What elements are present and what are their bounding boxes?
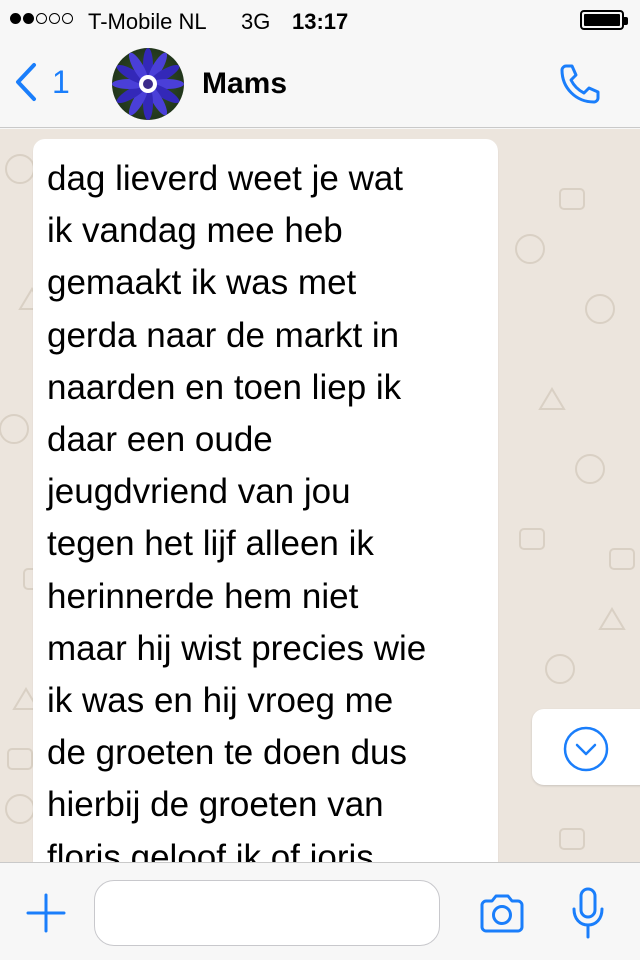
scroll-to-bottom-button[interactable] bbox=[532, 709, 640, 785]
wallpaper-doodle bbox=[545, 654, 575, 684]
message-line: naarden en toen liep ik bbox=[47, 367, 402, 407]
message-line: tegen het lijf alleen ik bbox=[47, 524, 374, 564]
network-type: 3G bbox=[241, 9, 271, 34]
camera-icon[interactable] bbox=[478, 893, 526, 933]
plus-icon[interactable] bbox=[26, 893, 66, 933]
message-line: dag lieverd weet je wat bbox=[47, 159, 404, 198]
contact-name[interactable]: Mams bbox=[202, 67, 287, 101]
wallpaper-doodle bbox=[559, 828, 585, 850]
battery-level bbox=[584, 14, 620, 26]
message-line: ik vandag mee heb bbox=[47, 211, 343, 251]
signal-dot bbox=[10, 13, 21, 24]
wallpaper-doodle bbox=[575, 454, 605, 484]
status-bar: T-Mobile NL 3G 13:17 bbox=[0, 0, 640, 40]
unread-count: 1 bbox=[52, 63, 70, 100]
wallpaper-doodle bbox=[559, 188, 585, 210]
message-text: dag lieverd weet je wat ik vandag mee heb… bbox=[47, 153, 482, 862]
message-line: daar een oude bbox=[47, 420, 273, 460]
flower-avatar bbox=[112, 48, 184, 120]
message-line: gemaakt ik was met bbox=[47, 263, 357, 303]
wallpaper-doodle bbox=[515, 234, 545, 264]
signal-dot bbox=[36, 13, 47, 24]
wallpaper-doodle bbox=[5, 794, 35, 824]
wallpaper-doodle bbox=[7, 748, 33, 770]
message-line: herinnerde hem niet bbox=[47, 576, 359, 616]
wallpaper-doodle bbox=[519, 528, 545, 550]
message-line: maar hij wist precies wie bbox=[47, 628, 427, 668]
chat-area[interactable]: dag lieverd weet je wat ik vandag mee heb… bbox=[0, 129, 640, 862]
chevron-left-icon bbox=[16, 63, 36, 101]
wallpaper-doodle bbox=[5, 154, 35, 184]
back-button[interactable]: 1 bbox=[14, 62, 70, 102]
message-bubble[interactable]: dag lieverd weet je wat ik vandag mee heb… bbox=[33, 139, 498, 862]
message-line: gerda naar de markt in bbox=[47, 315, 400, 355]
signal-dot bbox=[49, 13, 60, 24]
chat-header: 1 Mams bbox=[0, 40, 640, 128]
carrier-name: T-Mobile NL bbox=[88, 9, 207, 34]
battery-icon bbox=[580, 10, 628, 30]
message-line: de groeten te doen dus bbox=[47, 733, 408, 773]
message-line: floris geloof ik of joris bbox=[47, 837, 374, 862]
wallpaper-doodle bbox=[585, 294, 615, 324]
wallpaper-doodle bbox=[0, 414, 29, 444]
wallpaper-doodle bbox=[598, 607, 626, 630]
wallpaper-doodle bbox=[538, 387, 566, 410]
wallpaper-doodle bbox=[609, 548, 635, 570]
battery-tip bbox=[624, 17, 628, 25]
avatar[interactable] bbox=[112, 48, 184, 120]
message-input[interactable] bbox=[94, 880, 440, 946]
phone-icon[interactable] bbox=[556, 60, 604, 108]
signal-strength-icon bbox=[10, 13, 73, 24]
message-line: jeugdvriend van jou bbox=[47, 472, 351, 512]
microphone-icon[interactable] bbox=[570, 887, 606, 939]
signal-dot bbox=[23, 13, 34, 24]
message-line: ik was en hij vroeg me bbox=[47, 681, 394, 721]
signal-dot bbox=[62, 13, 73, 24]
status-time: 13:17 bbox=[292, 9, 349, 34]
chevron-down-circle-icon bbox=[563, 726, 609, 772]
composer-bar bbox=[0, 862, 640, 960]
message-line: hierbij de groeten van bbox=[47, 785, 384, 825]
